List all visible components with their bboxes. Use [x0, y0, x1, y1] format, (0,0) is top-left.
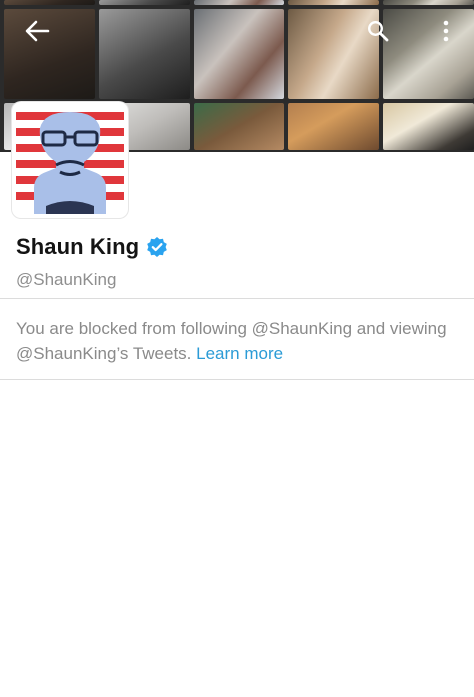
profile-name: Shaun King [16, 234, 140, 259]
arrow-back-icon[interactable] [19, 13, 55, 49]
banner-photo [288, 0, 380, 5]
profile-avatar[interactable] [12, 102, 128, 218]
banner-photo [193, 0, 285, 5]
divider [0, 298, 474, 299]
banner-photo [383, 0, 474, 5]
profile-name-row: Shaun King [16, 234, 168, 260]
banner-photo [383, 103, 474, 150]
profile-handle: @ShaunKing [16, 270, 117, 289]
banner-photo [288, 103, 380, 150]
banner-photo [193, 9, 285, 99]
banner-photo [193, 103, 285, 150]
banner-photo [98, 0, 190, 5]
blocked-notice: You are blocked from following @ShaunKin… [16, 316, 456, 366]
verified-badge-icon [146, 236, 168, 258]
avatar-image [16, 106, 124, 214]
divider [0, 379, 474, 380]
search-icon[interactable] [360, 13, 396, 49]
banner-photo [98, 9, 190, 99]
learn-more-link[interactable]: Learn more [196, 344, 283, 363]
more-vertical-icon[interactable] [428, 13, 464, 49]
banner-photo [4, 0, 95, 5]
